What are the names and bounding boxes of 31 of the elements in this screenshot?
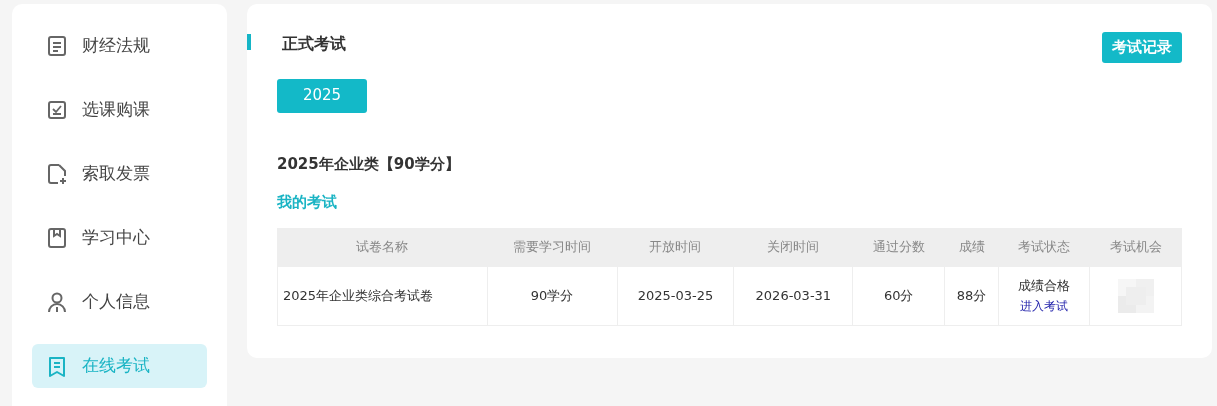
table-cell: 2026-03-31 [733, 266, 853, 325]
sidebar-item[interactable]: 财经法规 [32, 24, 207, 68]
table-cell: 88分 [944, 266, 999, 325]
column-header: 试卷名称 [277, 228, 488, 266]
column-header: 开放时间 [617, 228, 734, 266]
table-cell: 2025年企业类综合考试卷 [277, 266, 488, 325]
table-cell: 60分 [852, 266, 945, 325]
status-text: 成绩合格 [1017, 277, 1072, 295]
table-cell: 2025-03-25 [617, 266, 734, 325]
column-header: 需要学习时间 [487, 228, 618, 266]
sidebar-item[interactable]: 索取发票 [32, 152, 207, 196]
sidebar-item[interactable]: 选课购课 [32, 88, 207, 132]
title-accent-bar [247, 34, 251, 50]
document-icon [46, 35, 68, 57]
file-plus-icon [46, 163, 68, 185]
table-cell: 90学分 [487, 266, 618, 325]
column-header: 关闭时间 [733, 228, 853, 266]
bookmark-icon [46, 227, 68, 249]
person-icon [46, 291, 68, 313]
course-title: 2025年企业类【90学分】 [277, 153, 461, 175]
section-title: 正式考试 [282, 33, 346, 55]
enter-exam-link[interactable]: 进入考试 [1020, 298, 1069, 313]
document-icon [46, 355, 68, 377]
column-header: 考试机会 [1089, 228, 1182, 266]
column-header: 成绩 [944, 228, 999, 266]
column-header: 通过分数 [852, 228, 945, 266]
sidebar-item[interactable]: 个人信息 [32, 280, 207, 324]
column-header: 考试状态 [998, 228, 1090, 266]
sidebar-item[interactable]: 学习中心 [32, 216, 207, 260]
checkbox-icon [46, 99, 68, 121]
subsection-title: 我的考试 [277, 192, 338, 213]
